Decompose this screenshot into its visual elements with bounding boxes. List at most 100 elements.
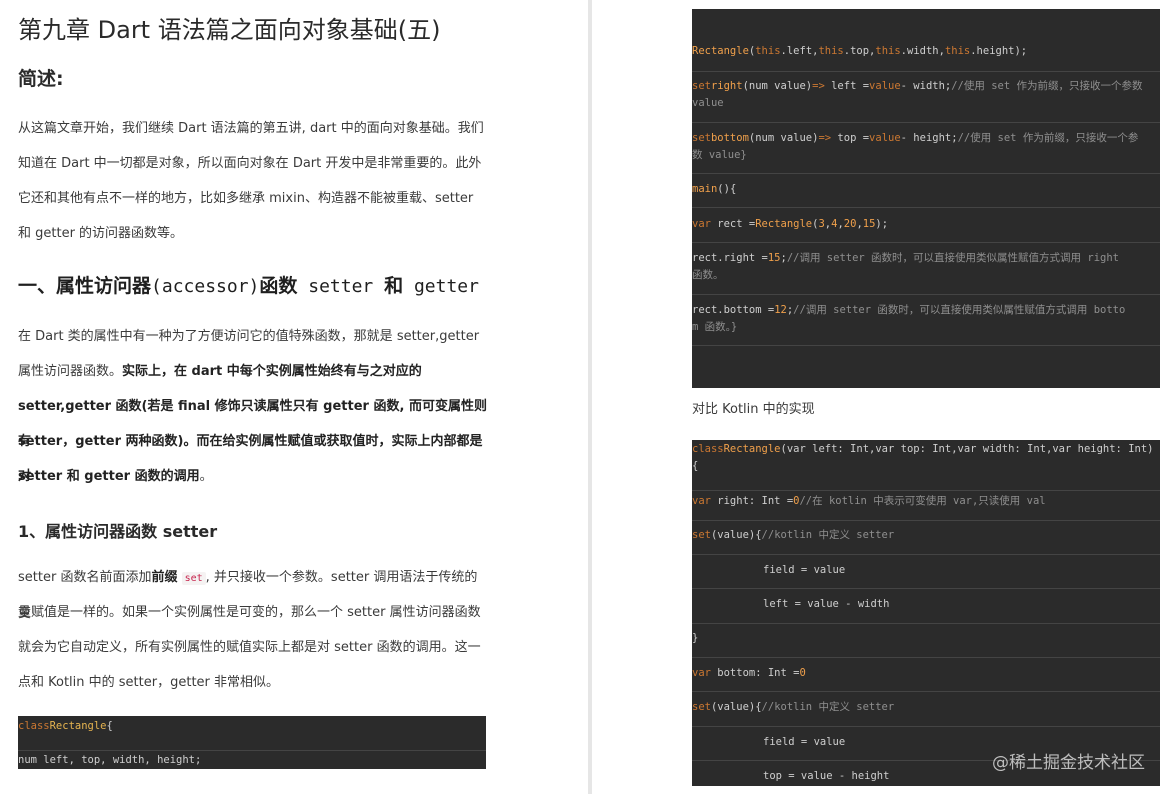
code-line: setright(num value)=> left =value- width… <box>692 78 1160 95</box>
code-block-dart-class: classRectangle{ num left, top, width, he… <box>18 716 486 769</box>
code-number: 20 <box>843 218 857 230</box>
code-keyword: var <box>692 218 711 230</box>
code-text: bottom: Int = <box>710 667 800 679</box>
code-keyword: this <box>944 45 971 57</box>
section-heading-text: 和 <box>384 275 404 297</box>
code-separator <box>692 623 1160 624</box>
code-number: 3 <box>818 218 825 230</box>
code-line: set(value){//kotlin 中定义 setter <box>692 527 1160 544</box>
code-comment: //kotlin 中定义 setter <box>761 529 895 541</box>
code-keyword: class <box>18 720 50 732</box>
code-block-dart-setters: Rectangle(this.left,this.top,this.width,… <box>692 9 1160 388</box>
code-comment: //调用 setter 函数时，可以直接使用类似属性赋值方式调用 botto <box>793 304 1126 316</box>
code-line: left = value - width <box>763 598 890 610</box>
code-function: right <box>710 80 743 92</box>
code-text: .width, <box>900 45 945 57</box>
code-text: (var left: Int,var top: Int,var width: I… <box>780 443 1154 455</box>
code-comment: 函数。 <box>692 269 724 281</box>
code-text: (num value) <box>748 132 819 144</box>
code-number: 12 <box>774 304 787 316</box>
code-text: right: Int = <box>710 495 794 507</box>
kotlin-caption: 对比 Kotlin 中的实现 <box>692 402 815 417</box>
para-text: 属性访问器函数。 <box>18 364 123 379</box>
code-keyword: this <box>875 45 901 57</box>
code-line: rect.bottom =12;//调用 setter 函数时，可以直接使用类似… <box>692 302 1160 319</box>
code-line: field = value <box>763 564 846 576</box>
code-separator <box>692 294 1160 295</box>
section-heading-text: 一、属性访问器 <box>18 275 152 297</box>
code-line: } <box>692 632 699 644</box>
code-keyword: set <box>692 80 711 92</box>
code-text: (value){ <box>710 529 762 541</box>
code-line: Rectangle(this.left,this.top,this.width,… <box>692 43 1160 60</box>
code-separator <box>692 345 1160 346</box>
intro-line: 它还和其他有点不一样的地方，比如多继承 mixin、构造器不能被重载、sette… <box>18 191 474 206</box>
code-separator <box>692 520 1160 521</box>
watermark-text: @稀土掘金技术社区 <box>992 753 1145 773</box>
code-separator <box>692 554 1160 555</box>
code-number: 0 <box>799 667 806 679</box>
code-separator <box>692 588 1160 589</box>
code-text: - width; <box>900 80 952 92</box>
code-text: { <box>106 720 113 732</box>
para-line: setter 和 getter 函数的调用。 <box>18 459 488 494</box>
section-heading-mono: getter <box>403 276 479 297</box>
para-bold: 前缀 <box>151 570 178 585</box>
para-text: 。 <box>199 469 213 484</box>
code-comment: 数 value} <box>692 149 747 161</box>
code-text: (value){ <box>710 701 762 713</box>
code-text: (num value) <box>742 80 813 92</box>
code-line: 函数。 <box>692 267 1160 284</box>
code-text: top = <box>831 132 870 144</box>
para-line: 就会为它自动定义，所有实例属性的赋值实际上都是对 setter 函数的调用。这一 <box>18 640 481 655</box>
code-line: var rect =Rectangle(3,4,20,15); <box>692 218 889 230</box>
code-keyword: set <box>692 529 711 541</box>
code-line: setbottom(num value)=> top =value- heigh… <box>692 130 1160 147</box>
code-text: (){ <box>717 183 737 195</box>
code-keyword: this <box>818 45 844 57</box>
code-keyword: this <box>755 45 781 57</box>
code-comment: //调用 setter 函数时，可以直接使用类似属性赋值方式调用 right <box>786 252 1119 264</box>
code-text: rect = <box>710 218 756 230</box>
code-comment: //使用 set 作为前缀，只接收一个参 <box>957 132 1139 144</box>
code-separator <box>692 71 1160 72</box>
code-text: ); <box>875 218 889 230</box>
code-line: { <box>692 460 699 472</box>
code-text: .top, <box>843 45 876 57</box>
code-text: .height); <box>970 45 1028 57</box>
code-line: var right: Int =0//在 kotlin 中表示可变使用 var,… <box>692 493 1160 510</box>
code-keyword: value <box>869 132 901 144</box>
code-keyword: var <box>692 667 711 679</box>
code-separator <box>18 750 486 751</box>
code-text: rect.right = <box>692 252 768 264</box>
code-separator <box>692 691 1160 692</box>
section-heading-mono: (accessor) <box>151 276 260 297</box>
code-line: value <box>692 95 1160 112</box>
code-line: num left, top, width, height; <box>18 754 202 766</box>
code-class: Rectangle <box>49 720 107 732</box>
code-separator <box>692 657 1160 658</box>
subsection-heading-setter: 1、属性访问器函数 setter <box>18 522 218 541</box>
left-page: 第九章 Dart 语法篇之面向对象基础(五) 简述: 从这篇文章开始，我们继续 … <box>0 0 588 794</box>
intro-line: 从这篇文章开始，我们继续 Dart 语法篇的第五讲, dart 中的面向对象基础… <box>18 121 484 136</box>
section-heading-accessor: 一、属性访问器(accessor)函数 setter 和 getter <box>18 271 479 298</box>
intro-line: 知道在 Dart 中一切都是对象，所以面向对象在 Dart 开发中是非常重要的。… <box>18 156 482 171</box>
code-function: main <box>692 183 718 195</box>
code-separator <box>692 207 1160 208</box>
para-line: 属性访问器函数。实际上，在 dart 中每个实例属性始终有与之对应的 <box>18 354 488 389</box>
code-text: - height; <box>900 132 958 144</box>
code-comment: value <box>692 97 724 109</box>
summary-heading: 简述: <box>18 68 64 90</box>
code-function: bottom <box>710 132 749 144</box>
chapter-title: 第九章 Dart 语法篇之面向对象基础(五) <box>18 16 441 44</box>
code-separator <box>692 242 1160 243</box>
code-text: left = <box>824 80 870 92</box>
code-comment: //在 kotlin 中表示可变使用 var,只读使用 val <box>799 495 1046 507</box>
code-line: 数 value} <box>692 147 1160 164</box>
code-text: .left, <box>780 45 819 57</box>
inline-code: set <box>181 572 206 585</box>
code-number: 15 <box>862 218 876 230</box>
code-keyword: class <box>692 443 724 455</box>
code-number: 15 <box>767 252 781 264</box>
section-heading-mono: setter <box>297 276 385 297</box>
